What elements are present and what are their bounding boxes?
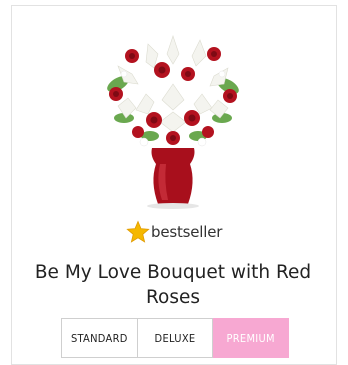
option-deluxe-button[interactable]: DELUXE xyxy=(137,318,214,358)
bouquet-image[interactable] xyxy=(88,14,258,210)
star-icon xyxy=(126,220,150,243)
size-options: STANDARD DELUXE PREMIUM xyxy=(61,318,290,358)
product-title: Be My Love Bouquet with Red Roses xyxy=(34,262,312,308)
bestseller-badge: bestseller xyxy=(126,219,222,245)
option-premium-button[interactable]: PREMIUM xyxy=(213,318,290,358)
badge-label: bestseller xyxy=(151,223,223,241)
option-standard-button[interactable]: STANDARD xyxy=(61,318,138,358)
